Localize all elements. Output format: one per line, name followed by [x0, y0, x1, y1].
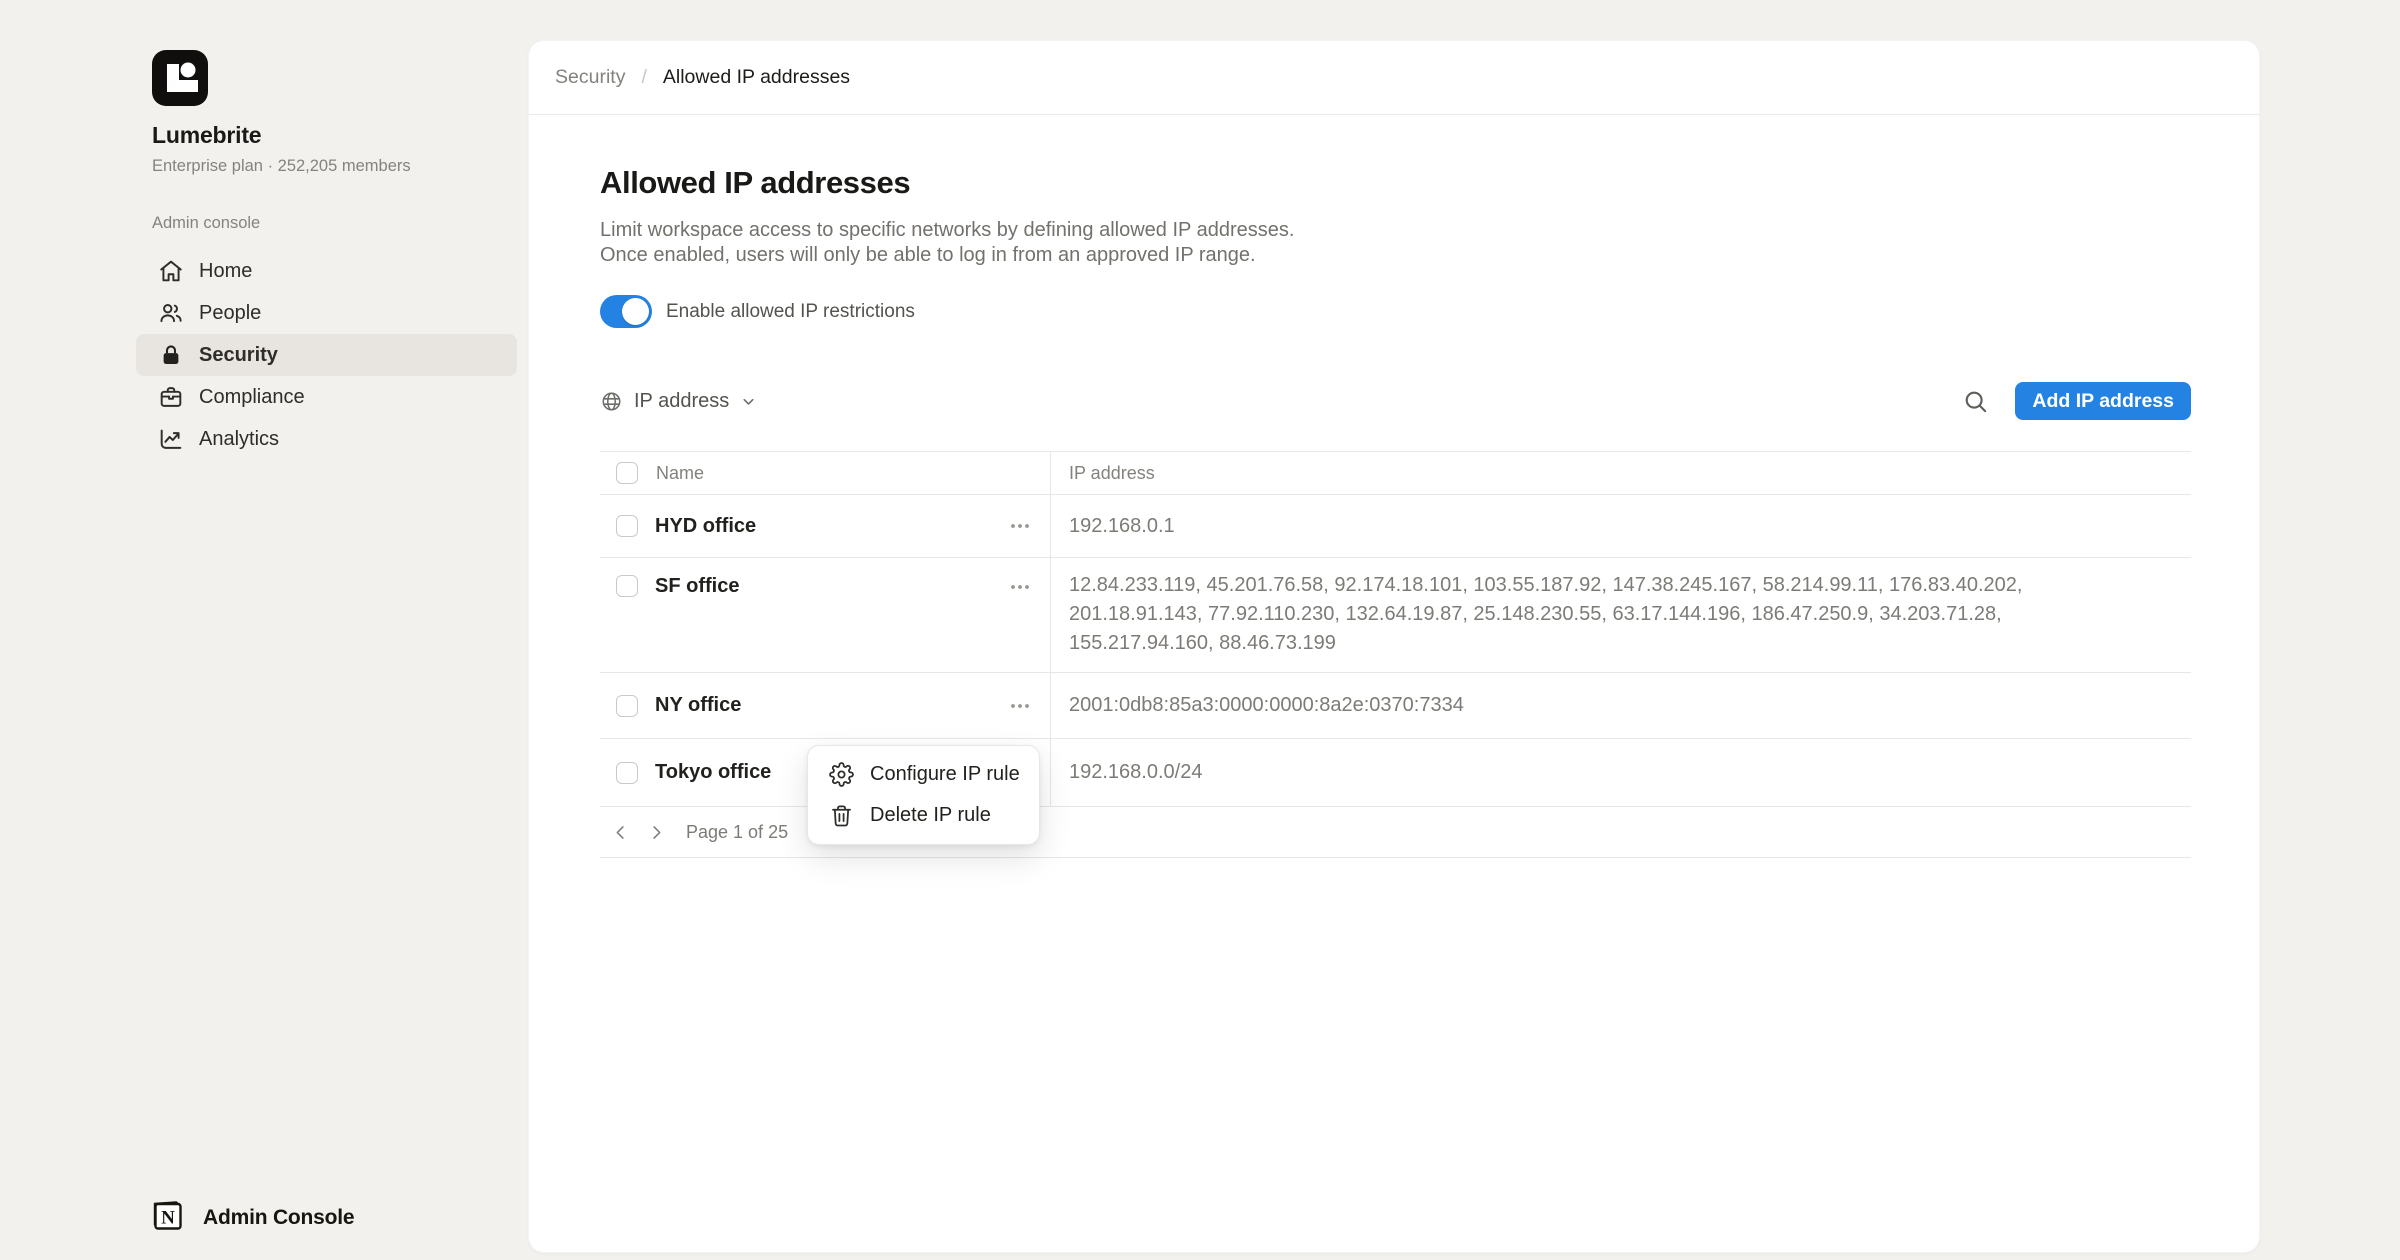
sidebar-item-label: People: [199, 302, 261, 325]
svg-text:N: N: [161, 1208, 175, 1229]
admin-console-brand-label: Admin Console: [203, 1206, 354, 1230]
name-cell: SF office: [600, 558, 1051, 672]
row-name: SF office: [655, 575, 739, 598]
sidebar-item-security[interactable]: Security: [136, 334, 517, 376]
toggle-label: Enable allowed IP restrictions: [666, 301, 915, 323]
page-indicator: Page 1 of 25: [686, 822, 788, 843]
table-row: NY office 2001:0db8:85a3:0000:0000:8a2e:…: [600, 673, 2191, 739]
description-line-1: Limit workspace access to specific netwo…: [600, 219, 1294, 241]
name-cell: NY office: [600, 673, 1051, 738]
name-column-header: Name: [656, 463, 704, 484]
row-actions-menu-icon[interactable]: [1008, 575, 1032, 599]
row-name: NY office: [655, 694, 741, 717]
table-row: SF office 12.84.233.119, 45.201.76.58, 9…: [600, 558, 2191, 673]
page-description: Limit workspace access to specific netwo…: [600, 218, 2191, 268]
workspace-name: Lumebrite: [152, 122, 261, 149]
menu-item-label: Delete IP rule: [870, 804, 991, 827]
workspace-logo[interactable]: [152, 50, 208, 106]
people-icon: [158, 300, 184, 326]
table-controls: IP address Add IP address: [600, 382, 2191, 420]
sidebar-item-people[interactable]: People: [136, 292, 517, 334]
filter-label: IP address: [634, 390, 729, 413]
row-actions-context-menu: Configure IP rule Delete IP rule: [807, 745, 1040, 845]
app-root: Lumebrite Enterprise plan · 252,205 memb…: [0, 0, 2400, 1260]
breadcrumb-current-page: Allowed IP addresses: [663, 66, 850, 89]
sidebar: Lumebrite Enterprise plan · 252,205 memb…: [0, 0, 528, 1260]
row-ip-value: 192.168.0.1: [1051, 515, 2191, 538]
page-title: Allowed IP addresses: [600, 165, 2191, 201]
admin-console-section-label: Admin console: [152, 214, 260, 233]
sidebar-item-label: Security: [199, 344, 278, 367]
sidebar-nav: Home People: [136, 250, 517, 460]
row-actions-menu-icon[interactable]: [1008, 514, 1032, 538]
sidebar-item-label: Compliance: [199, 386, 305, 409]
breadcrumb-separator: /: [641, 66, 646, 89]
configure-ip-rule-menu-item[interactable]: Configure IP rule: [808, 754, 1039, 795]
toggle-row: Enable allowed IP restrictions: [600, 295, 2191, 328]
name-cell: HYD office: [600, 495, 1051, 557]
lock-icon: [158, 342, 184, 368]
sidebar-item-home[interactable]: Home: [136, 250, 517, 292]
enable-ip-restrictions-toggle[interactable]: [600, 295, 652, 328]
row-name: HYD office: [655, 515, 756, 538]
globe-icon: [600, 390, 623, 413]
sidebar-item-label: Analytics: [199, 428, 279, 451]
notion-logo-icon: N: [150, 1197, 186, 1238]
row-ip-value: 2001:0db8:85a3:0000:0000:8a2e:0370:7334: [1051, 694, 2191, 717]
ip-column-header: IP address: [1051, 463, 2191, 484]
name-header-cell: Name: [600, 452, 1051, 494]
sidebar-item-compliance[interactable]: Compliance: [136, 376, 517, 418]
row-ip-value: 192.168.0.0/24: [1051, 761, 2191, 784]
add-ip-address-button[interactable]: Add IP address: [2015, 382, 2191, 420]
workspace-meta: Enterprise plan · 252,205 members: [152, 157, 411, 176]
search-icon[interactable]: [1962, 388, 1989, 415]
toggle-knob: [622, 298, 649, 325]
controls-right: Add IP address: [1962, 382, 2191, 420]
previous-page-button[interactable]: [606, 818, 634, 846]
trash-icon: [829, 803, 854, 828]
description-line-2: Once enabled, users will only be able to…: [600, 244, 1256, 266]
row-checkbox[interactable]: [616, 575, 638, 597]
sidebar-item-analytics[interactable]: Analytics: [136, 418, 517, 460]
main-panel: Security / Allowed IP addresses Allowed …: [528, 40, 2260, 1253]
breadcrumb: Security / Allowed IP addresses: [529, 41, 2259, 115]
row-ip-value: 12.84.233.119, 45.201.76.58, 92.174.18.1…: [1051, 558, 2191, 672]
menu-item-label: Configure IP rule: [870, 763, 1020, 786]
delete-ip-rule-menu-item[interactable]: Delete IP rule: [808, 795, 1039, 836]
row-actions-menu-icon[interactable]: [1008, 694, 1032, 718]
row-name: Tokyo office: [655, 761, 771, 784]
table-row: HYD office 192.168.0.1: [600, 495, 2191, 558]
row-checkbox[interactable]: [616, 762, 638, 784]
row-checkbox[interactable]: [616, 695, 638, 717]
home-icon: [158, 258, 184, 284]
row-checkbox[interactable]: [616, 515, 638, 537]
admin-console-brand[interactable]: N Admin Console: [150, 1197, 354, 1238]
select-all-checkbox[interactable]: [616, 462, 638, 484]
next-page-button[interactable]: [642, 818, 670, 846]
sidebar-item-label: Home: [199, 260, 252, 283]
table-header: Name IP address: [600, 451, 2191, 495]
gear-icon: [829, 762, 854, 787]
chart-icon: [158, 426, 184, 452]
briefcase-icon: [158, 384, 184, 410]
chevron-down-icon: [740, 393, 757, 410]
ip-address-filter-dropdown[interactable]: IP address: [600, 390, 757, 413]
breadcrumb-security-link[interactable]: Security: [555, 66, 625, 89]
